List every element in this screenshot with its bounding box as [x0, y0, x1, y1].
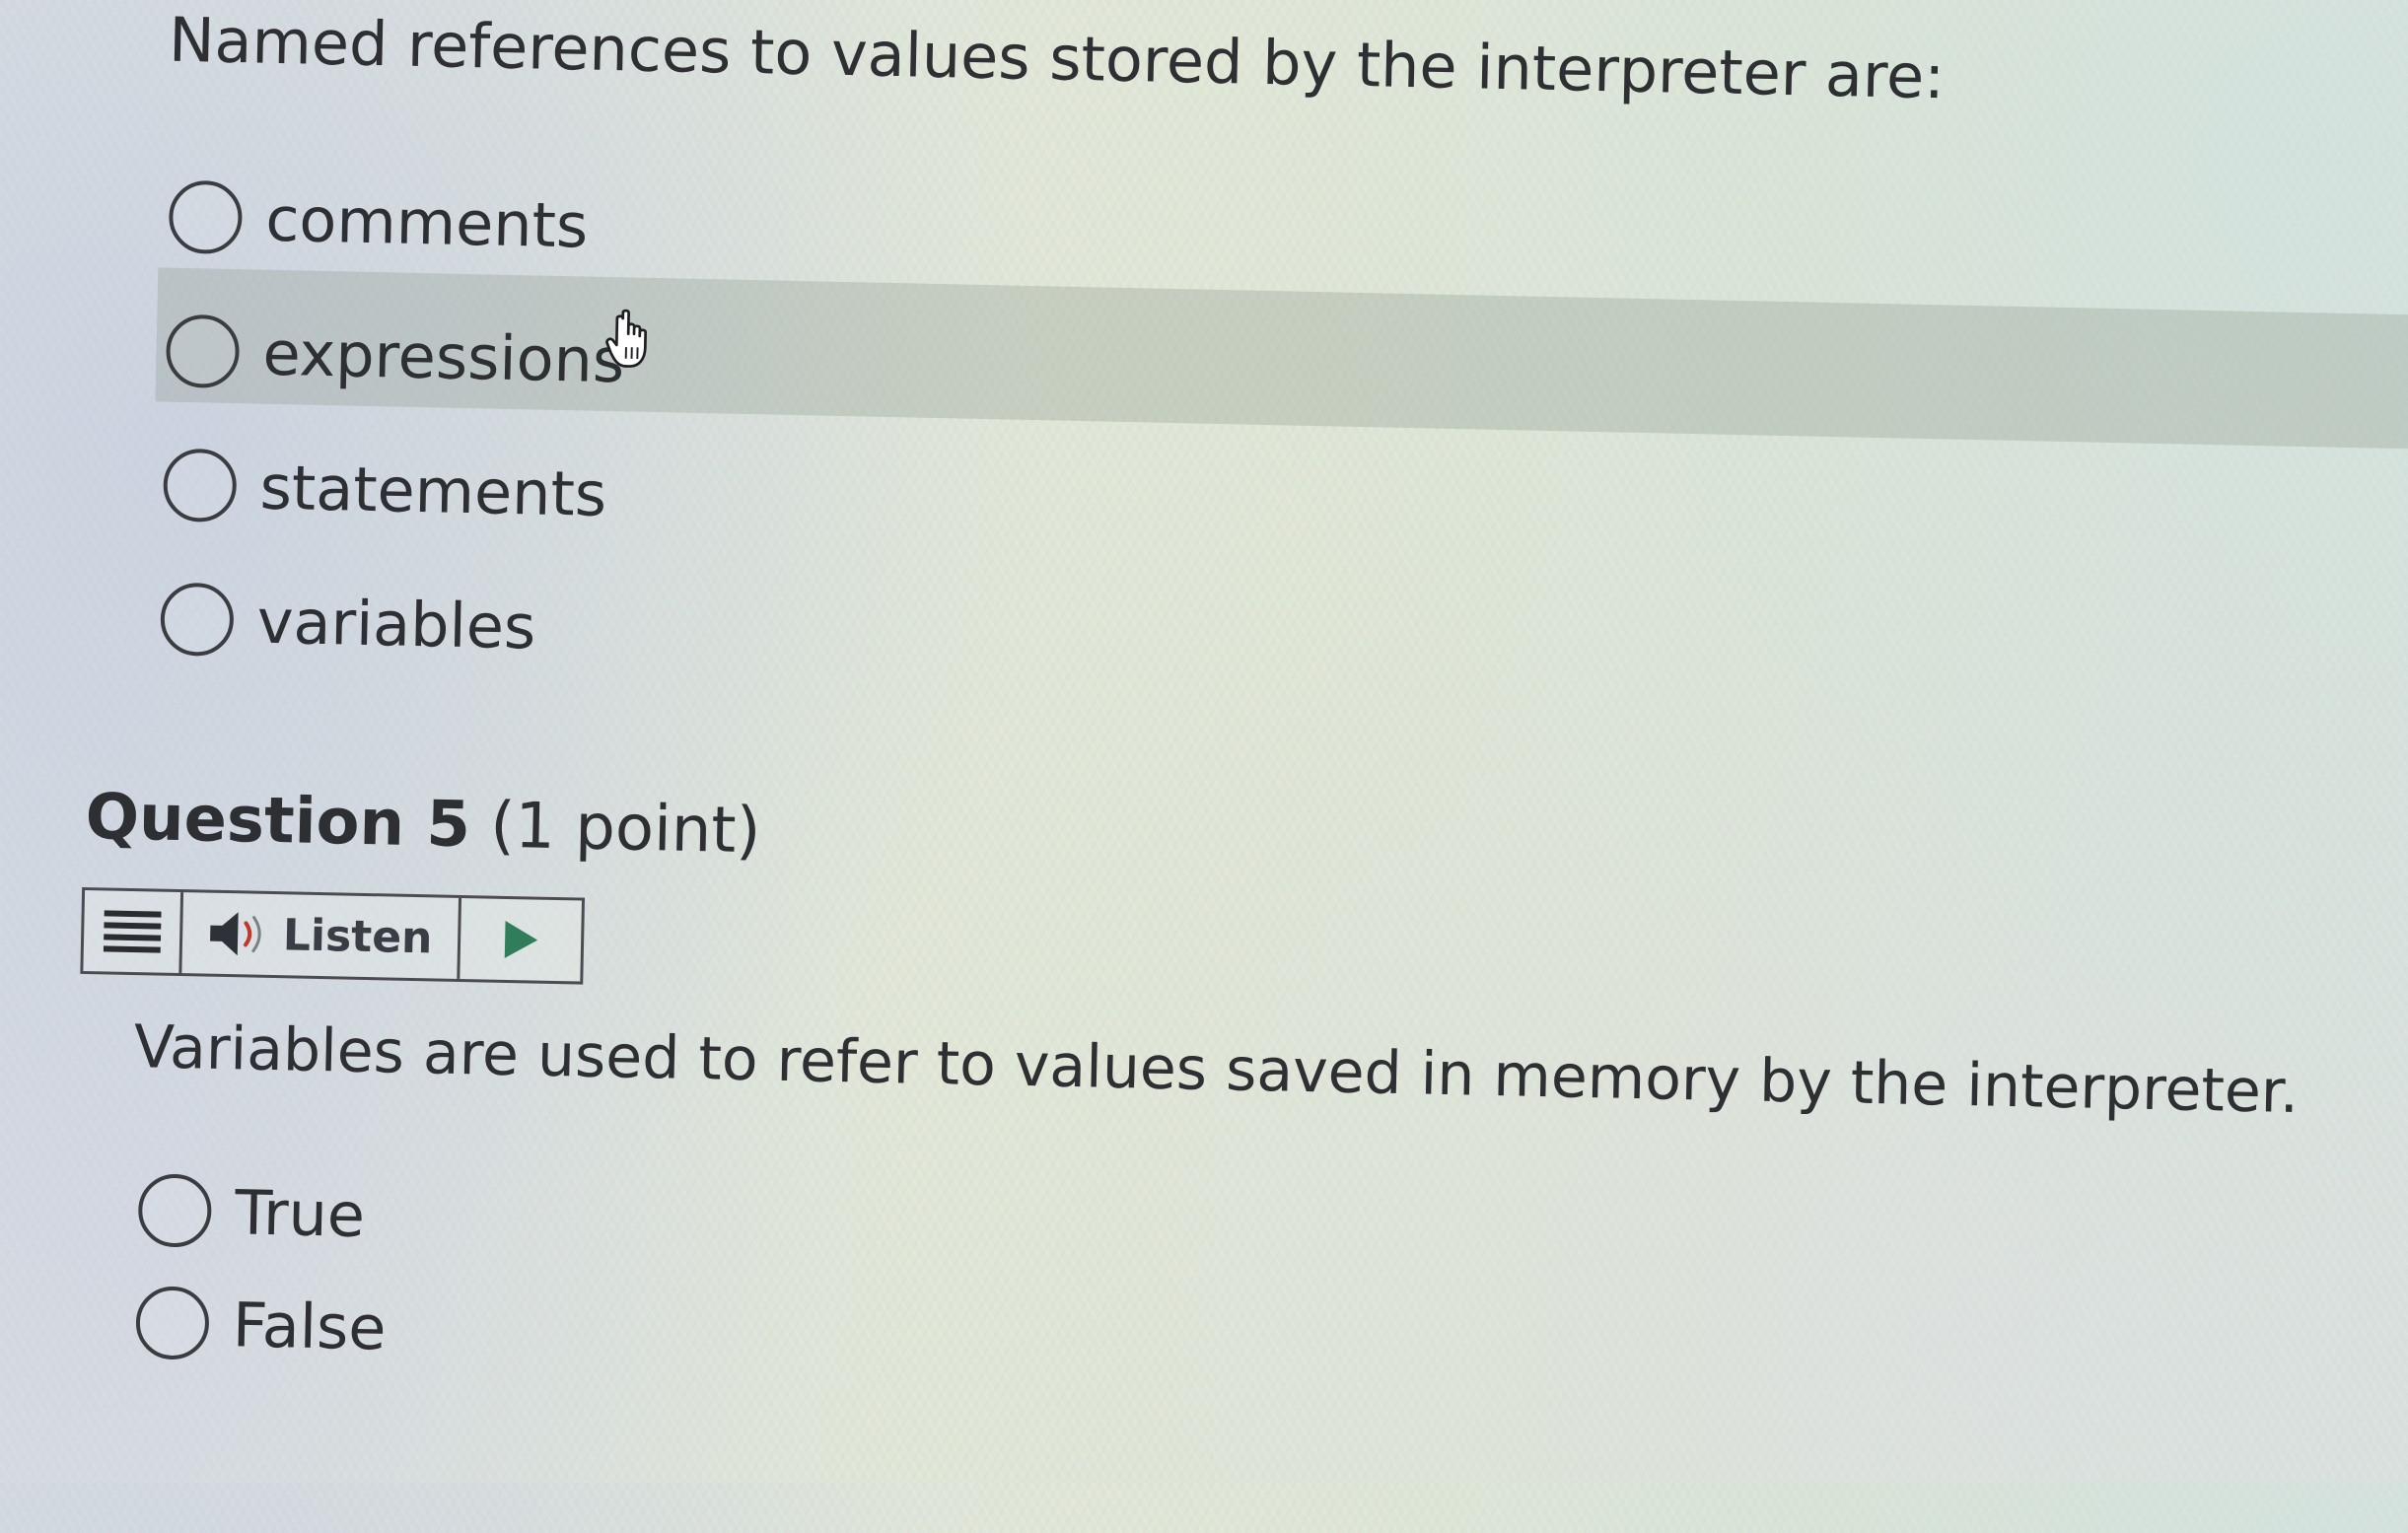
radio-button[interactable]: [135, 1286, 210, 1360]
option-label: statements: [259, 451, 607, 529]
radio-button[interactable]: [166, 314, 241, 389]
option-true[interactable]: True: [137, 1150, 366, 1274]
option-label: expressions: [262, 316, 625, 396]
speaker-icon: [207, 909, 269, 959]
hand-pointer-icon: [603, 309, 660, 371]
quiz-page: Named references to values stored by the…: [0, 0, 2407, 1533]
play-icon: [501, 918, 541, 962]
radio-button[interactable]: [163, 449, 238, 523]
option-false[interactable]: False: [135, 1263, 388, 1386]
radio-button[interactable]: [138, 1173, 213, 1248]
question-points: (1 point): [489, 790, 761, 869]
option-comments[interactable]: comments: [168, 158, 589, 285]
toolbar-menu-button[interactable]: [83, 890, 183, 973]
play-button[interactable]: [460, 898, 582, 982]
option-statements[interactable]: statements: [162, 426, 607, 553]
listen-button[interactable]: Listen: [181, 892, 461, 979]
option-variables[interactable]: variables: [160, 560, 537, 686]
option-label: comments: [265, 182, 589, 261]
option-label: variables: [256, 585, 536, 662]
listen-label: Listen: [282, 910, 433, 963]
option-label: False: [232, 1289, 387, 1363]
option-label: True: [235, 1176, 366, 1251]
hamburger-menu-icon: [103, 908, 161, 954]
radio-button[interactable]: [169, 180, 244, 255]
question-title: Question 5: [85, 781, 471, 862]
option-expressions[interactable]: expressions: [165, 292, 625, 420]
question-5-statement: Variables are used to refer to values sa…: [133, 1012, 2300, 1127]
question-5-heading: Question 5 (1 point): [85, 781, 761, 868]
radio-button[interactable]: [160, 583, 235, 658]
listen-toolbar: Listen: [80, 887, 585, 985]
question-4-prompt: Named references to values stored by the…: [168, 4, 1945, 113]
